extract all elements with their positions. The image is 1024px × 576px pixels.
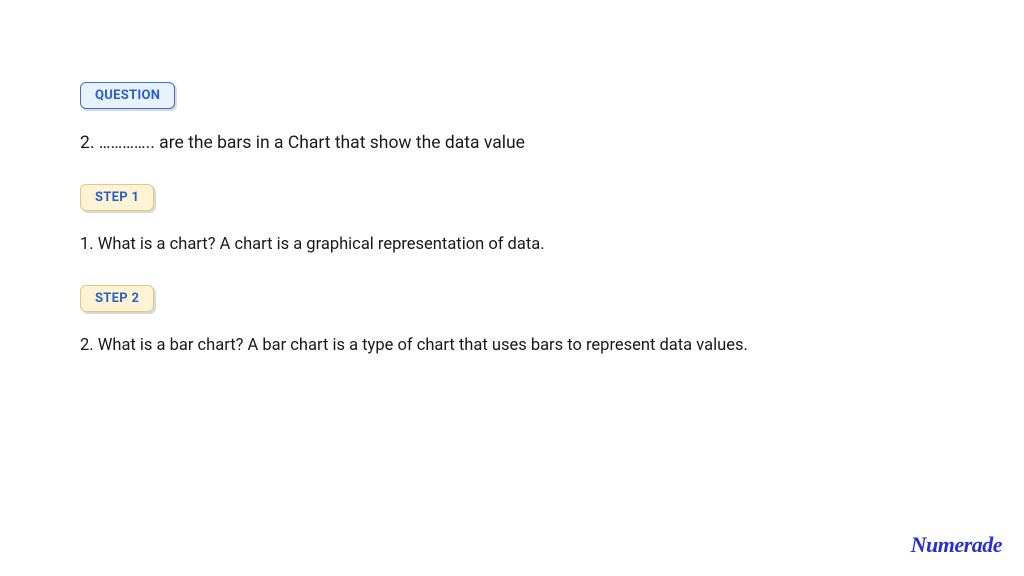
step-1-text: 1. What is a chart? A chart is a graphic…: [80, 233, 944, 257]
step-2-section: STEP 2 2. What is a bar chart? A bar cha…: [80, 285, 944, 358]
step-2-badge: STEP 2: [80, 285, 154, 312]
step-1-section: STEP 1 1. What is a chart? A chart is a …: [80, 184, 944, 257]
question-text: 2. ………….. are the bars in a Chart that s…: [80, 131, 944, 156]
step-2-text: 2. What is a bar chart? A bar chart is a…: [80, 334, 944, 358]
step-1-badge: STEP 1: [80, 184, 154, 211]
numerade-logo: Numerade: [911, 532, 1002, 558]
question-section: QUESTION 2. ………….. are the bars in a Cha…: [80, 82, 944, 156]
question-badge: QUESTION: [80, 82, 175, 109]
